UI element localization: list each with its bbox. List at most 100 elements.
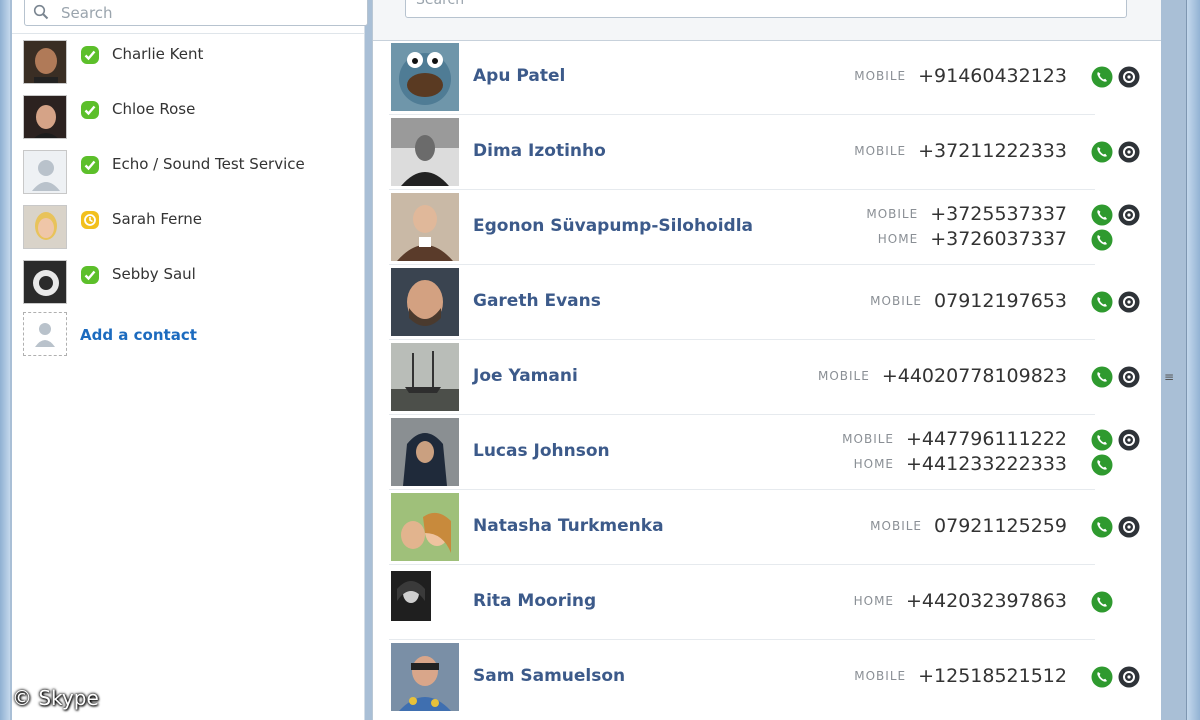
- sms-icon[interactable]: [1118, 666, 1140, 688]
- phone-number: +447796111222: [906, 428, 1067, 450]
- call-icon[interactable]: [1091, 366, 1113, 388]
- call-icon[interactable]: [1091, 141, 1113, 163]
- contact-photo: [391, 118, 459, 186]
- sms-icon[interactable]: [1118, 429, 1140, 451]
- sms-icon[interactable]: [1118, 204, 1140, 226]
- phone-number: +441233222333: [906, 453, 1067, 475]
- contact-name: Lucas Johnson: [473, 441, 610, 461]
- pane-resize-grip[interactable]: ≡: [1164, 370, 1174, 384]
- contact-item[interactable]: Sebby Saul: [12, 255, 364, 309]
- phone-type: MOBILE: [817, 369, 870, 383]
- call-icon[interactable]: [1091, 454, 1113, 476]
- skype-watermark: © Skype: [12, 686, 99, 710]
- phone-line: MOBILE +44020778109823: [818, 365, 1067, 389]
- phone-type: MOBILE: [870, 294, 923, 308]
- phone-contact-row[interactable]: Apu Patel MOBILE +91460432123: [373, 40, 1161, 115]
- contact-name: Rita Mooring: [473, 591, 597, 611]
- sms-icon[interactable]: [1118, 141, 1140, 163]
- call-icon[interactable]: [1091, 291, 1113, 313]
- call-icon[interactable]: [1091, 229, 1113, 251]
- contact-name: Gareth Evans: [473, 291, 601, 311]
- phone-line: HOME +442032397863: [854, 590, 1067, 614]
- phone-number: +37211222333: [918, 140, 1067, 162]
- sms-icon[interactable]: [1118, 366, 1140, 388]
- contacts-sidebar: Search Charlie Kent Chloe Rose Echo / So…: [12, 0, 368, 720]
- contact-name: Apu Patel: [473, 66, 566, 86]
- call-icon[interactable]: [1091, 516, 1113, 538]
- avatar: [23, 205, 67, 249]
- contact-name: Natasha Turkmenka: [473, 516, 664, 536]
- contact-name: Sarah Ferne: [112, 210, 203, 228]
- phone-type: MOBILE: [854, 69, 907, 83]
- phone-type: MOBILE: [866, 207, 919, 221]
- avatar: [23, 95, 67, 139]
- phone-contact-row[interactable]: Natasha Turkmenka MOBILE 07921125259: [373, 490, 1161, 565]
- phone-type: HOME: [853, 594, 895, 608]
- phone-number: +12518521512: [918, 665, 1067, 687]
- phone-line: MOBILE +91460432123: [854, 65, 1067, 89]
- status-online-icon: [81, 101, 99, 119]
- contact-photo: [391, 268, 459, 336]
- call-icon[interactable]: [1091, 666, 1113, 688]
- add-contact-button[interactable]: Add a contact: [12, 312, 364, 358]
- contacts-search-field[interactable]: Search: [405, 0, 1127, 18]
- phone-line: MOBILE +37211222333: [854, 140, 1067, 164]
- phone-line: MOBILE +12518521512: [854, 665, 1067, 689]
- contact-photo: [391, 643, 459, 711]
- contact-name: Joe Yamani: [473, 366, 578, 386]
- contact-photo: [391, 493, 459, 561]
- phone-line: HOME +3726037337: [878, 228, 1067, 252]
- phone-type: MOBILE: [854, 144, 907, 158]
- phone-contact-row[interactable]: Dima Izotinho MOBILE +37211222333: [373, 115, 1161, 190]
- avatar: [23, 40, 67, 84]
- status-online-icon: [81, 266, 99, 284]
- contact-item[interactable]: Echo / Sound Test Service: [12, 145, 364, 199]
- contact-item[interactable]: Chloe Rose: [12, 90, 364, 144]
- phone-type: HOME: [853, 457, 895, 471]
- sidebar-search-placeholder: Search: [61, 4, 113, 22]
- search-icon: [33, 4, 49, 20]
- status-online-icon: [81, 156, 99, 174]
- contact-photo: [391, 193, 459, 261]
- sms-icon[interactable]: [1118, 291, 1140, 313]
- phone-contact-row[interactable]: Egonon Süvapump-Silohoidla MOBILE +372553…: [373, 190, 1161, 265]
- phone-type: HOME: [877, 232, 919, 246]
- contact-name: Echo / Sound Test Service: [112, 155, 305, 173]
- phone-contact-row[interactable]: Joe Yamani MOBILE +44020778109823: [373, 340, 1161, 415]
- phone-line: MOBILE +3725537337: [866, 203, 1067, 227]
- sms-icon[interactable]: [1118, 66, 1140, 88]
- contact-name: Sebby Saul: [112, 265, 196, 283]
- phone-number: +3726037337: [930, 228, 1067, 250]
- phone-type: MOBILE: [854, 669, 907, 683]
- add-contact-label: Add a contact: [80, 326, 197, 344]
- add-contact-placeholder-icon: [23, 312, 67, 356]
- phone-type: MOBILE: [842, 432, 895, 446]
- phone-contact-row[interactable]: Rita Mooring HOME +442032397863: [373, 565, 1161, 640]
- phone-number: 07912197653: [934, 290, 1067, 312]
- contact-photo: [391, 43, 459, 111]
- call-icon[interactable]: [1091, 429, 1113, 451]
- divider: [12, 33, 364, 34]
- phone-contact-row[interactable]: Sam Samuelson MOBILE +12518521512: [373, 640, 1161, 715]
- sidebar-search-field[interactable]: Search: [24, 0, 368, 26]
- contact-item[interactable]: Sarah Ferne: [12, 200, 364, 254]
- contact-photo: [391, 571, 431, 621]
- contact-name: Charlie Kent: [112, 45, 204, 63]
- call-icon[interactable]: [1091, 204, 1113, 226]
- call-icon[interactable]: [1091, 591, 1113, 613]
- contact-name: Egonon Süvapump-Silohoidla: [473, 216, 754, 236]
- phone-number: +91460432123: [918, 65, 1067, 87]
- phone-contact-row[interactable]: Gareth Evans MOBILE 07912197653: [373, 265, 1161, 340]
- phone-line: HOME +441233222333: [854, 453, 1067, 477]
- status-away-icon: [81, 211, 99, 229]
- call-icon[interactable]: [1091, 66, 1113, 88]
- avatar: [23, 260, 67, 304]
- contact-item[interactable]: Charlie Kent: [12, 35, 364, 89]
- right-toolbar: Search: [373, 0, 1161, 41]
- contact-photo: [391, 343, 459, 411]
- phone-contact-row[interactable]: Lucas Johnson MOBILE +447796111222 HOME +4…: [373, 415, 1161, 490]
- window-border-right: [1186, 0, 1200, 720]
- phone-line: MOBILE 07921125259: [870, 515, 1067, 539]
- sms-icon[interactable]: [1118, 516, 1140, 538]
- contact-name: Dima Izotinho: [473, 141, 606, 161]
